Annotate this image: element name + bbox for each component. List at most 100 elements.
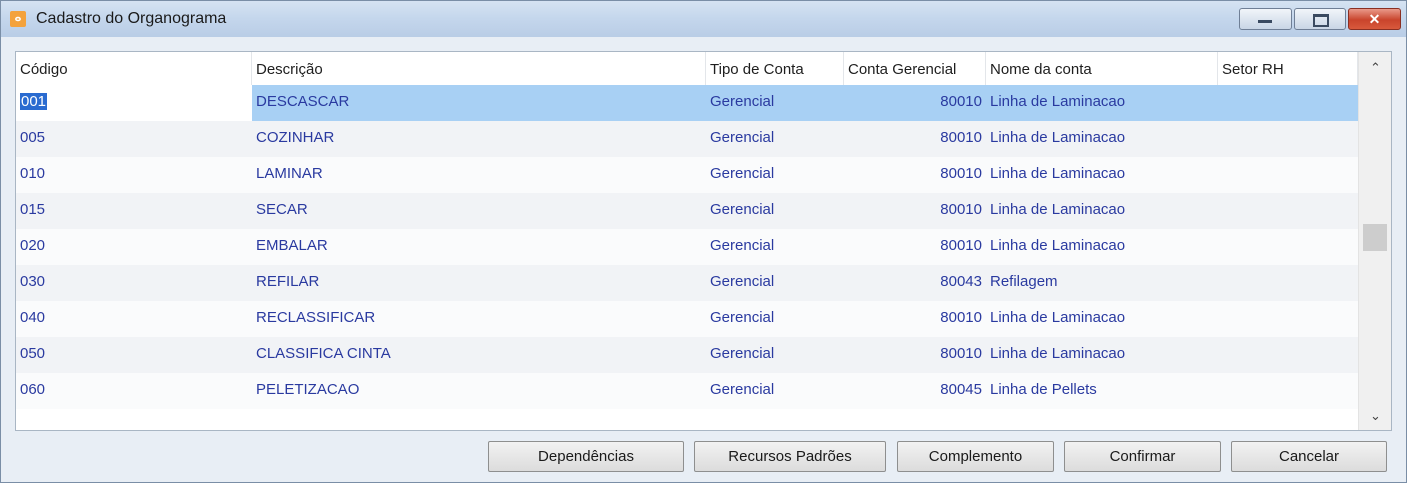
- cell-codigo-text: 015: [20, 201, 46, 218]
- cell-nome-conta[interactable]: Linha de Laminacao: [986, 85, 1218, 121]
- cell-tipo-conta[interactable]: Gerencial: [706, 157, 844, 193]
- cell-setor-rh[interactable]: [1218, 85, 1358, 121]
- title-bar[interactable]: ⴰ Cadastro do Organograma ✕: [1, 1, 1406, 37]
- column-header-conta-gerencial[interactable]: Conta Gerencial: [844, 52, 986, 85]
- close-button[interactable]: ✕: [1348, 8, 1401, 30]
- cell-conta-gerencial-text: 80010: [940, 237, 982, 254]
- cell-conta-gerencial[interactable]: 80010: [844, 301, 986, 337]
- cell-setor-rh[interactable]: [1218, 373, 1358, 409]
- grid-header: Código Descrição Tipo de Conta Conta Ger…: [16, 52, 1358, 85]
- cell-codigo-text: 060: [20, 381, 46, 398]
- cell-conta-gerencial[interactable]: 80010: [844, 157, 986, 193]
- recursos-padroes-button[interactable]: Recursos Padrões: [694, 441, 886, 472]
- vertical-scrollbar[interactable]: ⌃ ⌄: [1358, 52, 1391, 430]
- cell-nome-conta[interactable]: Linha de Laminacao: [986, 121, 1218, 157]
- cell-descricao[interactable]: REFILAR: [252, 265, 706, 301]
- scroll-up-icon[interactable]: ⌃: [1359, 56, 1391, 80]
- cancelar-button[interactable]: Cancelar: [1231, 441, 1387, 472]
- cell-nome-conta[interactable]: Linha de Laminacao: [986, 229, 1218, 265]
- column-header-tipo-conta[interactable]: Tipo de Conta: [706, 52, 844, 85]
- cell-nome-conta[interactable]: Linha de Laminacao: [986, 337, 1218, 373]
- cell-conta-gerencial-text: 80010: [940, 345, 982, 362]
- cell-tipo-conta[interactable]: Gerencial: [706, 121, 844, 157]
- column-header-setor-rh[interactable]: Setor RH: [1218, 52, 1358, 85]
- cell-setor-rh[interactable]: [1218, 301, 1358, 337]
- cell-descricao[interactable]: DESCASCAR: [252, 85, 706, 121]
- cell-descricao[interactable]: EMBALAR: [252, 229, 706, 265]
- cell-setor-rh[interactable]: [1218, 193, 1358, 229]
- confirmar-button[interactable]: Confirmar: [1064, 441, 1221, 472]
- cell-codigo[interactable]: 015: [16, 193, 252, 229]
- cell-tipo-conta[interactable]: Gerencial: [706, 337, 844, 373]
- cell-descricao[interactable]: CLASSIFICA CINTA: [252, 337, 706, 373]
- cell-conta-gerencial[interactable]: 80010: [844, 229, 986, 265]
- cell-descricao[interactable]: PELETIZACAO: [252, 373, 706, 409]
- table-row[interactable]: 060 PELETIZACAO Gerencial 80045 Linha de Pel…: [16, 373, 1358, 409]
- maximize-button[interactable]: [1294, 8, 1346, 30]
- cell-codigo[interactable]: 030: [16, 265, 252, 301]
- cell-nome-conta[interactable]: Linha de Laminacao: [986, 301, 1218, 337]
- cell-nome-conta-text: Linha de Pellets: [990, 381, 1097, 398]
- cell-codigo[interactable]: 010: [16, 157, 252, 193]
- table-row[interactable]: 040 RECLASSIFICAR Gerencial 80010 Linha de L…: [16, 301, 1358, 337]
- table-row[interactable]: 001 DESCASCAR Gerencial 80010 Linha de Lamin…: [16, 85, 1358, 121]
- cell-descricao-text: LAMINAR: [256, 165, 323, 182]
- cell-descricao[interactable]: COZINHAR: [252, 121, 706, 157]
- dependencias-button[interactable]: Dependências: [488, 441, 684, 472]
- cell-nome-conta-text: Refilagem: [990, 273, 1058, 290]
- cell-codigo-text: 010: [20, 165, 46, 182]
- cell-nome-conta[interactable]: Refilagem: [986, 265, 1218, 301]
- cell-setor-rh[interactable]: [1218, 157, 1358, 193]
- cell-conta-gerencial[interactable]: 80045: [844, 373, 986, 409]
- cell-tipo-conta[interactable]: Gerencial: [706, 301, 844, 337]
- cell-descricao[interactable]: RECLASSIFICAR: [252, 301, 706, 337]
- cell-tipo-conta-text: Gerencial: [710, 381, 775, 398]
- minimize-button[interactable]: [1239, 8, 1292, 30]
- cell-conta-gerencial[interactable]: 80010: [844, 121, 986, 157]
- column-header-codigo[interactable]: Código: [16, 52, 252, 85]
- cell-codigo-text: 001: [20, 93, 48, 110]
- cell-conta-gerencial-text: 80010: [940, 93, 982, 110]
- cell-nome-conta-text: Linha de Laminacao: [990, 165, 1126, 182]
- cell-setor-rh[interactable]: [1218, 265, 1358, 301]
- cell-codigo[interactable]: 050: [16, 337, 252, 373]
- cell-conta-gerencial[interactable]: 80010: [844, 85, 986, 121]
- cell-tipo-conta[interactable]: Gerencial: [706, 193, 844, 229]
- cell-conta-gerencial-text: 80010: [940, 129, 982, 146]
- column-header-nome-conta[interactable]: Nome da conta: [986, 52, 1218, 85]
- cell-nome-conta[interactable]: Linha de Pellets: [986, 373, 1218, 409]
- cell-conta-gerencial-text: 80010: [940, 309, 982, 326]
- table-row[interactable]: 005 COZINHAR Gerencial 80010 Linha de Lamina…: [16, 121, 1358, 157]
- column-header-descricao[interactable]: Descrição: [252, 52, 706, 85]
- cell-codigo[interactable]: 040: [16, 301, 252, 337]
- cell-codigo[interactable]: 020: [16, 229, 252, 265]
- cell-tipo-conta[interactable]: Gerencial: [706, 373, 844, 409]
- table-row[interactable]: 030 REFILAR Gerencial 80043 Refilagem: [16, 265, 1358, 301]
- cell-setor-rh[interactable]: [1218, 229, 1358, 265]
- scroll-thumb[interactable]: [1363, 224, 1387, 251]
- cell-codigo[interactable]: 001: [16, 85, 252, 121]
- cell-conta-gerencial[interactable]: 80043: [844, 265, 986, 301]
- cell-nome-conta[interactable]: Linha de Laminacao: [986, 193, 1218, 229]
- table-row[interactable]: 010 LAMINAR Gerencial 80010 Linha de Laminac…: [16, 157, 1358, 193]
- cell-conta-gerencial[interactable]: 80010: [844, 337, 986, 373]
- cell-tipo-conta-text: Gerencial: [710, 129, 775, 146]
- table-row[interactable]: 015 SECAR Gerencial 80010 Linha de Laminacao: [16, 193, 1358, 229]
- complemento-button[interactable]: Complemento: [897, 441, 1054, 472]
- table-row[interactable]: 050 CLASSIFICA CINTA Gerencial 80010 Linha d…: [16, 337, 1358, 373]
- cell-descricao[interactable]: SECAR: [252, 193, 706, 229]
- cell-setor-rh[interactable]: [1218, 121, 1358, 157]
- cell-conta-gerencial-text: 80043: [940, 273, 982, 290]
- cell-setor-rh[interactable]: [1218, 337, 1358, 373]
- cell-conta-gerencial[interactable]: 80010: [844, 193, 986, 229]
- cell-nome-conta[interactable]: Linha de Laminacao: [986, 157, 1218, 193]
- cell-codigo[interactable]: 005: [16, 121, 252, 157]
- scroll-down-icon[interactable]: ⌄: [1359, 404, 1391, 428]
- cell-codigo[interactable]: 060: [16, 373, 252, 409]
- organograma-grid[interactable]: Código Descrição Tipo de Conta Conta Ger…: [15, 51, 1392, 431]
- cell-tipo-conta[interactable]: Gerencial: [706, 229, 844, 265]
- cell-tipo-conta[interactable]: Gerencial: [706, 85, 844, 121]
- table-row[interactable]: 020 EMBALAR Gerencial 80010 Linha de Laminac…: [16, 229, 1358, 265]
- cell-descricao[interactable]: LAMINAR: [252, 157, 706, 193]
- cell-tipo-conta[interactable]: Gerencial: [706, 265, 844, 301]
